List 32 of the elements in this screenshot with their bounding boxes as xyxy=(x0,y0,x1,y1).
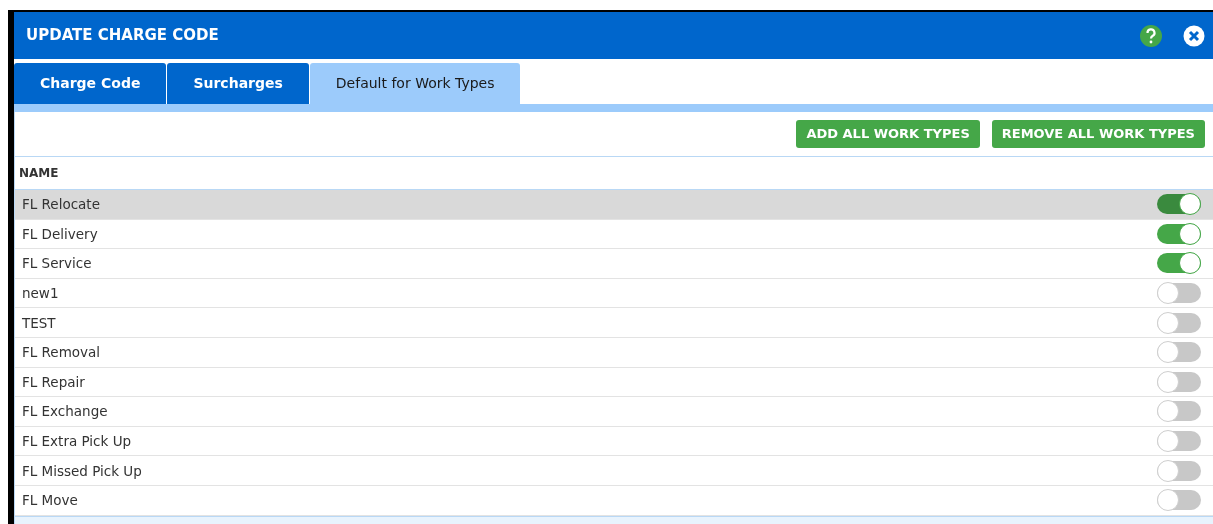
column-header: NAME xyxy=(19,165,59,182)
table-row[interactable]: FL Relocate xyxy=(15,190,1213,220)
toggle-switch[interactable] xyxy=(1157,342,1201,363)
toggle-switch[interactable] xyxy=(1157,312,1201,333)
work-type-name: TEST xyxy=(22,313,57,333)
toggle-switch[interactable] xyxy=(1157,460,1201,481)
work-type-name: FL Delivery xyxy=(22,224,99,244)
toggle-switch[interactable] xyxy=(1157,194,1201,215)
table-row[interactable]: FL Service xyxy=(15,249,1213,279)
work-type-name: new1 xyxy=(22,283,60,303)
tab[interactable]: Surcharges xyxy=(167,63,309,104)
tab[interactable]: Charge Code xyxy=(14,63,167,104)
work-type-name: FL Service xyxy=(22,254,93,274)
toggle-switch[interactable] xyxy=(1157,223,1201,244)
work-type-name: FL Extra Pick Up xyxy=(22,431,133,451)
dialog-title: UPDATE CHARGE CODE xyxy=(26,25,220,47)
work-type-name: FL Repair xyxy=(22,372,86,392)
work-type-name: FL Move xyxy=(22,491,79,511)
close-icon[interactable] xyxy=(1183,24,1205,47)
toggle-switch[interactable] xyxy=(1157,490,1201,511)
toggle-switch[interactable] xyxy=(1157,401,1201,422)
work-type-name: FL Exchange xyxy=(22,402,109,422)
toggle-switch[interactable] xyxy=(1157,431,1201,452)
toggle-switch[interactable] xyxy=(1157,283,1201,304)
work-type-name: FL Relocate xyxy=(22,195,101,215)
toggle-switch[interactable] xyxy=(1157,371,1201,392)
table-row[interactable]: FL Exchange xyxy=(15,397,1213,427)
work-type-name: FL Removal xyxy=(22,343,102,363)
work-type-name: FL Missed Pick Up xyxy=(22,461,143,481)
tab[interactable]: Default for Work Types xyxy=(309,63,521,104)
toggle-switch[interactable] xyxy=(1157,253,1201,274)
help-icon[interactable] xyxy=(1139,23,1163,48)
